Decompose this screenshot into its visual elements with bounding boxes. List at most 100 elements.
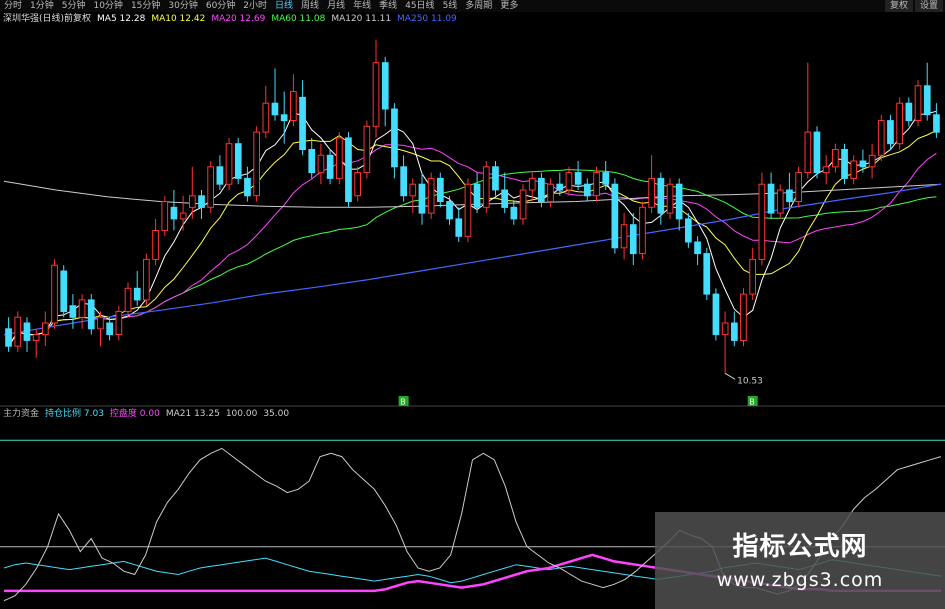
- period-tab[interactable]: 5分钟: [58, 0, 90, 12]
- candle-body: [253, 131, 261, 197]
- candle-body: [740, 293, 747, 341]
- candle-body: [437, 177, 444, 202]
- candle-body: [216, 166, 224, 185]
- candle-body: [32, 334, 40, 341]
- candle-body: [299, 96, 306, 150]
- indicator-legend-item: 控盘度 0.00: [109, 409, 160, 419]
- candle-body: [620, 224, 628, 249]
- candle-body: [455, 218, 463, 237]
- candle-body: [629, 224, 637, 255]
- candle-body: [804, 131, 812, 174]
- low-price-label: 10.53: [737, 376, 763, 386]
- period-tab[interactable]: 60分钟: [202, 0, 239, 12]
- candle-body: [510, 206, 518, 220]
- toolbar-right-button[interactable]: 设置: [914, 0, 943, 12]
- period-tab[interactable]: 周线: [297, 0, 323, 12]
- indicator-legend-item: 持仓比例 7.03: [45, 409, 104, 419]
- candle-body: [896, 102, 903, 145]
- period-tab[interactable]: 1分钟: [26, 0, 58, 12]
- period-tab[interactable]: 年线: [349, 0, 375, 12]
- candle-body: [492, 166, 499, 191]
- candle-body: [593, 172, 600, 197]
- candle-body: [905, 102, 913, 122]
- candle-body: [189, 195, 196, 208]
- period-toolbar: 分时 1分钟 5分钟 10分钟 15分钟 30分钟 60分钟 2小时 日线 周线 月线 年线 季线 45日…: [0, 0, 945, 12]
- candle-body: [280, 114, 288, 122]
- candle-body: [914, 85, 922, 122]
- candle-body: [933, 114, 940, 133]
- candle-body: [565, 172, 573, 191]
- candle-body: [115, 310, 123, 335]
- candle-body: [271, 102, 279, 116]
- candle-body: [639, 206, 646, 255]
- candle-body: [923, 85, 931, 116]
- candle-body: [841, 149, 848, 179]
- period-tab[interactable]: 分时: [0, 0, 26, 12]
- period-tab[interactable]: 45日线: [401, 0, 438, 12]
- candle-body: [868, 154, 876, 168]
- period-tab[interactable]: 多周期: [461, 0, 496, 12]
- candle-body: [685, 218, 692, 243]
- candle-body: [60, 270, 68, 312]
- candle-body: [409, 183, 417, 197]
- candle-body: [694, 241, 701, 255]
- candle-body: [418, 183, 426, 214]
- candle-body: [519, 189, 527, 220]
- candle-body: [877, 120, 885, 156]
- candle-body: [5, 328, 12, 347]
- candle-body: [859, 160, 867, 168]
- period-tab[interactable]: 30分钟: [164, 0, 201, 12]
- candle-body: [317, 154, 325, 174]
- watermark-url: www.zbgs3.com: [716, 569, 884, 591]
- candle-body: [528, 177, 536, 191]
- watermark: 指标公式网 www.zbgs3.com: [655, 512, 945, 609]
- candle-body: [657, 177, 665, 214]
- candle-body: [464, 183, 472, 237]
- low-price-pointer: [724, 372, 736, 380]
- candle-body: [308, 149, 316, 174]
- candle-body: [666, 183, 674, 214]
- candle-body: [427, 177, 435, 214]
- ma-legend-item: MA10 12.42: [151, 14, 206, 24]
- candle-body: [326, 154, 334, 179]
- period-tab[interactable]: 2小时: [239, 0, 271, 12]
- candle-body: [648, 177, 655, 208]
- candle-body: [152, 230, 159, 260]
- candle-body: [225, 143, 233, 185]
- candle-body: [731, 322, 738, 341]
- candle-body: [887, 120, 894, 145]
- candle-body: [721, 322, 729, 336]
- watermark-title: 指标公式网: [732, 532, 868, 562]
- toolbar-right-button[interactable]: 复权: [884, 0, 913, 12]
- candle-body: [78, 299, 86, 318]
- candle-body: [538, 177, 545, 202]
- candle-body: [372, 62, 380, 127]
- ma-legend-item: MA60 11.08: [271, 14, 326, 24]
- indicator-legend-item: 主力资金: [3, 409, 40, 419]
- candle-body: [822, 166, 830, 174]
- candle-body: [244, 177, 251, 197]
- candle-body: [69, 305, 77, 318]
- period-tab[interactable]: 日线: [271, 0, 297, 12]
- period-tab[interactable]: 15分钟: [127, 0, 164, 12]
- candle-body: [198, 195, 205, 208]
- candle-body: [473, 183, 481, 208]
- period-tab[interactable]: 5线: [439, 0, 462, 12]
- candle-body: [611, 183, 619, 249]
- candle-body: [776, 189, 784, 214]
- indicator-legend-item: MA21 13.25: [165, 409, 220, 419]
- candle-body: [336, 137, 343, 179]
- candle-body: [170, 206, 178, 220]
- candle-body: [234, 143, 242, 179]
- period-tab[interactable]: 月线: [323, 0, 349, 12]
- ma10-line: [8, 129, 937, 347]
- candle-body: [106, 322, 114, 336]
- period-tab[interactable]: 10分钟: [89, 0, 126, 12]
- ma-legend-item: MA250 11.09: [397, 14, 457, 24]
- ma-legend-item: 深圳华强(日线)前复权: [3, 14, 92, 24]
- candle-body: [363, 125, 371, 174]
- candle-body: [207, 166, 215, 208]
- period-tab[interactable]: 更多: [496, 0, 522, 12]
- candle-body: [143, 258, 150, 301]
- period-tab[interactable]: 季线: [375, 0, 401, 12]
